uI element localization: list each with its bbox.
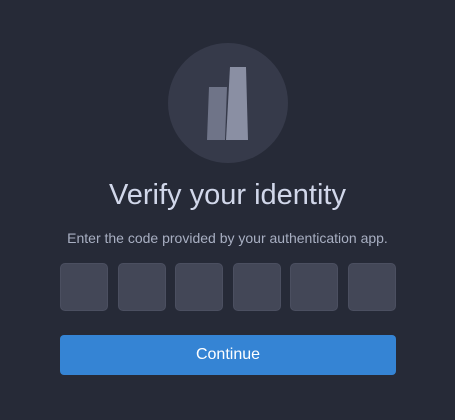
code-digit-5[interactable] xyxy=(290,263,338,311)
code-digit-2[interactable] xyxy=(118,263,166,311)
instruction-text: Enter the code provided by your authenti… xyxy=(67,230,388,246)
code-digit-6[interactable] xyxy=(348,263,396,311)
document-stack-icon xyxy=(207,67,248,140)
verification-panel: Verify your identity Enter the code prov… xyxy=(0,0,455,420)
logo xyxy=(168,43,288,163)
code-input-group xyxy=(60,263,396,311)
code-digit-1[interactable] xyxy=(60,263,108,311)
continue-button[interactable]: Continue xyxy=(60,335,396,375)
code-digit-3[interactable] xyxy=(175,263,223,311)
page-title: Verify your identity xyxy=(109,179,346,211)
code-digit-4[interactable] xyxy=(233,263,281,311)
